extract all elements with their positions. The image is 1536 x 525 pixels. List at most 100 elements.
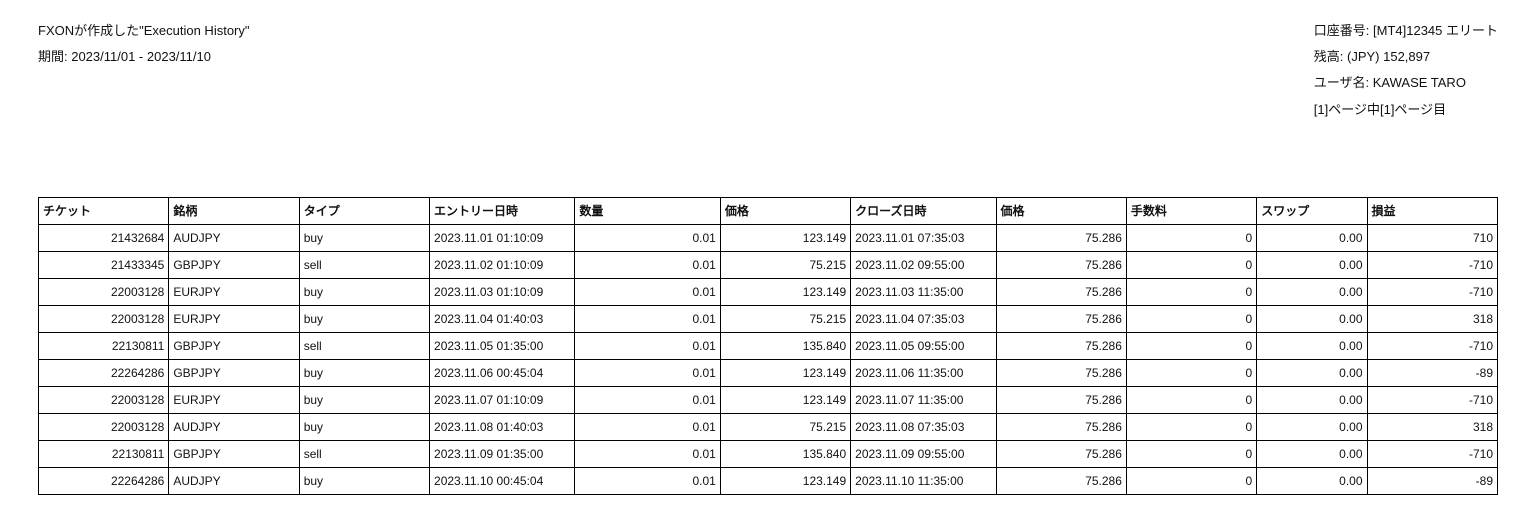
cell-close_time: 2023.11.08 07:35:03 [851, 413, 996, 440]
cell-type: sell [299, 251, 429, 278]
cell-type: buy [299, 467, 429, 494]
col-header-close-time: クローズ日時 [851, 197, 996, 224]
cell-commission: 0 [1126, 386, 1256, 413]
cell-volume: 0.01 [575, 251, 720, 278]
cell-close_time: 2023.11.02 09:55:00 [851, 251, 996, 278]
cell-volume: 0.01 [575, 359, 720, 386]
cell-volume: 0.01 [575, 386, 720, 413]
col-header-entry-time: エントリー日時 [430, 197, 575, 224]
cell-commission: 0 [1126, 413, 1256, 440]
report-header: FXONが作成した"Execution History" 期間: 2023/11… [38, 22, 1498, 127]
cell-entry_time: 2023.11.02 01:10:09 [430, 251, 575, 278]
col-header-commission: 手数料 [1126, 197, 1256, 224]
report-page: FXONが作成した"Execution History" 期間: 2023/11… [0, 0, 1536, 525]
cell-commission: 0 [1126, 305, 1256, 332]
cell-symbol: GBPJPY [169, 251, 299, 278]
cell-symbol: EURJPY [169, 278, 299, 305]
cell-type: buy [299, 224, 429, 251]
cell-profit: 710 [1367, 224, 1497, 251]
cell-profit: 318 [1367, 413, 1497, 440]
cell-symbol: EURJPY [169, 305, 299, 332]
cell-swap: 0.00 [1257, 467, 1367, 494]
cell-open_price: 123.149 [720, 278, 850, 305]
cell-commission: 0 [1126, 440, 1256, 467]
cell-profit: -89 [1367, 467, 1497, 494]
cell-swap: 0.00 [1257, 386, 1367, 413]
table-row: 22264286AUDJPYbuy2023.11.10 00:45:040.01… [39, 467, 1498, 494]
header-left-block: FXONが作成した"Execution History" 期間: 2023/11… [38, 22, 250, 74]
cell-entry_time: 2023.11.03 01:10:09 [430, 278, 575, 305]
cell-entry_time: 2023.11.04 01:40:03 [430, 305, 575, 332]
cell-ticket: 22003128 [39, 278, 169, 305]
col-header-ticket: チケット [39, 197, 169, 224]
cell-close_time: 2023.11.07 11:35:00 [851, 386, 996, 413]
cell-type: buy [299, 359, 429, 386]
cell-symbol: EURJPY [169, 386, 299, 413]
cell-close_price: 75.286 [996, 278, 1126, 305]
cell-volume: 0.01 [575, 332, 720, 359]
cell-swap: 0.00 [1257, 440, 1367, 467]
col-header-close-price: 価格 [996, 197, 1126, 224]
cell-type: sell [299, 440, 429, 467]
cell-open_price: 123.149 [720, 359, 850, 386]
cell-close_price: 75.286 [996, 467, 1126, 494]
cell-close_time: 2023.11.09 09:55:00 [851, 440, 996, 467]
cell-profit: -89 [1367, 359, 1497, 386]
cell-close_price: 75.286 [996, 332, 1126, 359]
table-row: 22003128EURJPYbuy2023.11.07 01:10:090.01… [39, 386, 1498, 413]
cell-swap: 0.00 [1257, 332, 1367, 359]
table-row: 22003128EURJPYbuy2023.11.04 01:40:030.01… [39, 305, 1498, 332]
cell-symbol: GBPJPY [169, 440, 299, 467]
table-row: 22003128AUDJPYbuy2023.11.08 01:40:030.01… [39, 413, 1498, 440]
cell-entry_time: 2023.11.10 00:45:04 [430, 467, 575, 494]
account-number-line: 口座番号: [MT4]12345 エリート [1314, 22, 1498, 40]
col-header-open-price: 価格 [720, 197, 850, 224]
cell-volume: 0.01 [575, 440, 720, 467]
cell-volume: 0.01 [575, 305, 720, 332]
cell-open_price: 123.149 [720, 467, 850, 494]
cell-swap: 0.00 [1257, 278, 1367, 305]
table-header-row: チケット 銘柄 タイプ エントリー日時 数量 価格 クローズ日時 価格 手数料 … [39, 197, 1498, 224]
cell-commission: 0 [1126, 278, 1256, 305]
cell-close_time: 2023.11.04 07:35:03 [851, 305, 996, 332]
cell-open_price: 75.215 [720, 305, 850, 332]
table-body: 21432684AUDJPYbuy2023.11.01 01:10:090.01… [39, 224, 1498, 494]
report-period: 期間: 2023/11/01 - 2023/11/10 [38, 48, 250, 66]
col-header-type: タイプ [299, 197, 429, 224]
cell-open_price: 123.149 [720, 386, 850, 413]
table-row: 22003128EURJPYbuy2023.11.03 01:10:090.01… [39, 278, 1498, 305]
cell-ticket: 22130811 [39, 440, 169, 467]
cell-volume: 0.01 [575, 224, 720, 251]
cell-type: buy [299, 305, 429, 332]
cell-close_time: 2023.11.03 11:35:00 [851, 278, 996, 305]
col-header-volume: 数量 [575, 197, 720, 224]
cell-volume: 0.01 [575, 413, 720, 440]
cell-type: buy [299, 278, 429, 305]
report-title: FXONが作成した"Execution History" [38, 22, 250, 40]
cell-close_time: 2023.11.06 11:35:00 [851, 359, 996, 386]
page-indicator: [1]ページ中[1]ページ目 [1314, 101, 1498, 119]
cell-profit: -710 [1367, 278, 1497, 305]
col-header-symbol: 銘柄 [169, 197, 299, 224]
cell-close_price: 75.286 [996, 413, 1126, 440]
cell-symbol: AUDJPY [169, 467, 299, 494]
cell-entry_time: 2023.11.08 01:40:03 [430, 413, 575, 440]
cell-ticket: 22264286 [39, 359, 169, 386]
cell-profit: -710 [1367, 440, 1497, 467]
cell-open_price: 75.215 [720, 251, 850, 278]
cell-close_price: 75.286 [996, 440, 1126, 467]
table-row: 21432684AUDJPYbuy2023.11.01 01:10:090.01… [39, 224, 1498, 251]
cell-ticket: 22130811 [39, 332, 169, 359]
cell-close_time: 2023.11.01 07:35:03 [851, 224, 996, 251]
cell-type: sell [299, 332, 429, 359]
cell-swap: 0.00 [1257, 251, 1367, 278]
cell-close_price: 75.286 [996, 386, 1126, 413]
cell-profit: 318 [1367, 305, 1497, 332]
cell-swap: 0.00 [1257, 305, 1367, 332]
cell-open_price: 135.840 [720, 332, 850, 359]
cell-close_price: 75.286 [996, 251, 1126, 278]
cell-close_price: 75.286 [996, 224, 1126, 251]
cell-commission: 0 [1126, 467, 1256, 494]
cell-ticket: 22003128 [39, 305, 169, 332]
cell-swap: 0.00 [1257, 359, 1367, 386]
